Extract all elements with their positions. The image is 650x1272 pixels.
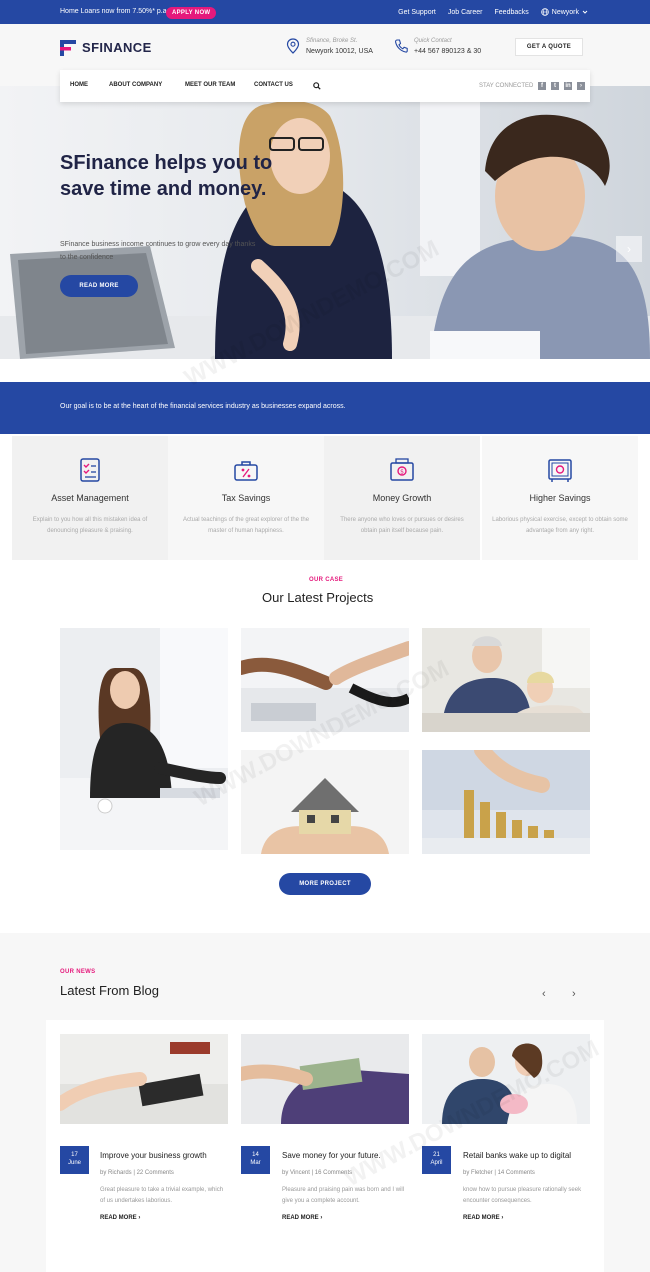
project-image-office[interactable]: [60, 628, 228, 850]
services-section: Asset Management Explain to you how all …: [12, 436, 638, 560]
project-image-house[interactable]: [241, 750, 409, 854]
project-image-couple[interactable]: [422, 628, 590, 732]
goal-banner: Our goal is to be at the heart of the fi…: [0, 382, 650, 434]
projects-kicker: OUR CASE: [309, 577, 344, 583]
phone-icon: [395, 39, 408, 53]
service-title: Tax Savings: [221, 493, 271, 503]
nav-contact-us[interactable]: CONTACT US: [254, 82, 293, 88]
service-description: Laborious physical exercise, except to o…: [492, 517, 628, 535]
apply-now-button[interactable]: APPLY NOW: [166, 7, 217, 19]
svg-text:$: $: [400, 469, 404, 476]
hero-photo: [0, 86, 650, 359]
hero-read-more-button[interactable]: READ MORE: [60, 275, 138, 297]
blog-date-badge: 14 Mar: [241, 1146, 270, 1174]
location-selector[interactable]: Newyork: [541, 8, 588, 16]
blog-image-wallet[interactable]: [241, 1034, 409, 1124]
blog-title: Latest From Blog: [60, 983, 159, 998]
blog-post-title[interactable]: Improve your business growth: [100, 1151, 207, 1160]
stay-connected-label: STAY CONNECTED: [479, 83, 534, 89]
service-description: There anyone who loves or pursues or des…: [340, 517, 464, 535]
date-day: 21: [433, 1152, 440, 1158]
nav-home[interactable]: HOME: [70, 82, 88, 88]
job-career-link[interactable]: Job Career: [448, 9, 483, 16]
top-bar: Home Loans now from 7.50%* p.a. APPLY NO…: [0, 0, 650, 24]
blog-date-badge: 21 April: [422, 1146, 451, 1174]
location-label: Newyork: [551, 8, 579, 16]
blog-post-meta: by Vincent | 16 Comments: [282, 1170, 353, 1176]
blog-post-excerpt: Pleasure and praising pain was born and …: [282, 1187, 405, 1205]
cash-register-icon: $: [390, 458, 414, 481]
project-image-meeting[interactable]: [241, 628, 409, 732]
blog-post-excerpt: Great pleasure to take a trivial example…: [100, 1187, 224, 1205]
date-day: 17: [71, 1152, 78, 1158]
blog-read-more-link[interactable]: READ MORE ›: [463, 1215, 503, 1221]
linkedin-icon[interactable]: in: [564, 82, 572, 90]
service-card[interactable]: Asset Management Explain to you how all …: [12, 436, 168, 560]
logo-text[interactable]: SFINANCE: [82, 40, 152, 55]
safe-icon: [548, 459, 572, 482]
twitter-icon[interactable]: t: [551, 82, 559, 90]
feedbacks-link[interactable]: Feedbacks: [495, 9, 529, 16]
blog-date-badge: 17 June: [60, 1146, 89, 1174]
blog-image-calculator[interactable]: [60, 1034, 228, 1124]
checklist-icon: [80, 458, 100, 482]
facebook-icon[interactable]: f: [538, 82, 546, 90]
blog-next-arrow-icon[interactable]: ›: [572, 988, 576, 1000]
service-card[interactable]: Higher Savings Laborious physical exerci…: [482, 436, 638, 560]
promo-text: Home Loans now from 7.50%* p.a.: [60, 8, 169, 15]
goal-text: Our goal is to be at the heart of the fi…: [60, 403, 346, 410]
globe-icon: [541, 8, 549, 16]
blog-prev-arrow-icon[interactable]: ‹: [542, 988, 546, 1000]
logo-icon[interactable]: [60, 40, 76, 56]
phone-number: +44 567 890123 & 30: [414, 48, 482, 55]
service-title: Money Growth: [372, 493, 432, 503]
get-quote-button[interactable]: GET A QUOTE: [515, 38, 583, 56]
more-project-button[interactable]: MORE PROJECT: [279, 873, 371, 895]
blog-read-more-link[interactable]: READ MORE ›: [282, 1215, 322, 1221]
blog-post-meta: by Fletcher | 14 Comments: [463, 1170, 535, 1176]
hero-title: SFinance helps you to save time and mone…: [60, 152, 273, 200]
date-month: April: [430, 1160, 443, 1167]
blog-kicker: OUR NEWS: [60, 969, 96, 975]
contact-label: Quick Contact: [414, 38, 452, 44]
briefcase-percent-icon: [234, 461, 258, 481]
location-pin-icon: [286, 38, 300, 54]
get-support-link[interactable]: Get Support: [398, 9, 436, 16]
date-month: Mar: [250, 1160, 261, 1167]
service-card[interactable]: $ Money Growth There anyone who loves or…: [324, 436, 480, 560]
service-description: Actual teachings of the great explorer o…: [182, 517, 310, 535]
address-label: Sfinance, Broke St.: [306, 38, 358, 44]
service-title: Higher Savings: [529, 493, 591, 503]
nav-meet-our-team[interactable]: MEET OUR TEAM: [185, 82, 235, 88]
nav-about-company[interactable]: ABOUT COMPANY: [109, 82, 162, 88]
top-links: Get Support Job Career Feedbacks Newyork: [398, 8, 588, 16]
hero-slider: SFinance helps you to save time and mone…: [0, 86, 650, 359]
search-icon[interactable]: [313, 82, 321, 90]
blog-post-title[interactable]: Save money for your future.: [282, 1151, 381, 1160]
project-image-coins[interactable]: [422, 750, 590, 854]
hero-subtitle: SFinance business income continues to gr…: [60, 241, 256, 262]
rss-icon[interactable]: ›: [577, 82, 585, 90]
slider-next-arrow-icon[interactable]: ›: [616, 236, 642, 262]
service-description: Explain to you how all this mistaken ide…: [32, 517, 148, 535]
service-card[interactable]: Tax Savings Actual teachings of the grea…: [168, 436, 324, 560]
date-day: 14: [252, 1152, 259, 1158]
projects-title: Our Latest Projects: [262, 590, 374, 605]
blog-post-title[interactable]: Retail banks wake up to digital: [463, 1151, 571, 1160]
blog-post-meta: by Richards | 22 Comments: [100, 1170, 174, 1176]
service-title: Asset Management: [51, 493, 129, 503]
date-month: June: [67, 1160, 81, 1167]
chevron-down-icon: [582, 10, 588, 14]
blog-image-piggybank[interactable]: [422, 1034, 590, 1124]
address-text: Newyork 10012, USA: [306, 48, 373, 55]
main-nav: HOME ABOUT COMPANY MEET OUR TEAM CONTACT…: [60, 70, 590, 102]
blog-read-more-link[interactable]: READ MORE ›: [100, 1215, 140, 1221]
blog-post-excerpt: know how to pursue pleasure rationally s…: [463, 1187, 582, 1205]
